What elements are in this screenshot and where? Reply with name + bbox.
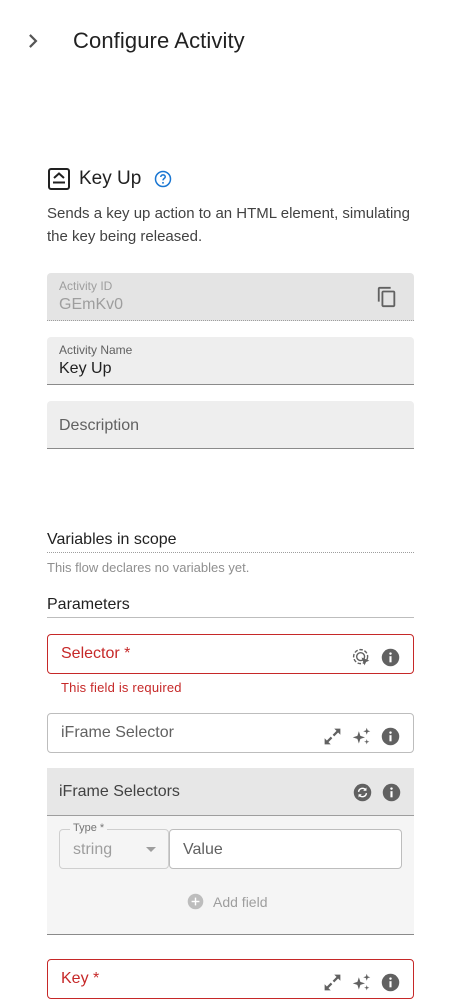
activity-name-label: Activity Name [59,343,133,357]
type-label: Type * [70,822,108,834]
expand-icon[interactable] [322,726,343,747]
element-picker-icon[interactable] [351,647,372,668]
selector-label: Selector * [61,645,131,662]
value-placeholder: Value [183,841,223,858]
variables-title: Variables in scope [47,531,414,553]
page-title: Configure Activity [73,28,245,53]
chevron-right-icon[interactable] [22,30,44,52]
iframe-selector-label: iFrame Selector [61,724,174,741]
activity-id-label: Activity ID [59,279,113,293]
sparkle-icon[interactable] [351,726,372,747]
copy-icon[interactable] [376,286,398,308]
description-placeholder: Description [59,417,140,434]
activity-name-value[interactable]: Key Up [59,360,111,378]
key-label: Key * [61,970,100,987]
value-input[interactable]: Value [169,829,402,869]
selector-error: This field is required [61,680,182,695]
info-icon[interactable] [380,726,401,747]
info-icon[interactable] [380,972,401,993]
type-select[interactable]: Type * string [59,822,169,869]
type-value: string [73,841,113,858]
add-field-label: Add field [213,893,268,910]
expand-icon[interactable] [322,972,343,993]
caret-down-icon [146,847,156,852]
panel-header: Configure Activity [0,0,470,84]
iframe-selectors-title: iFrame Selectors [59,783,180,800]
key-up-icon [48,168,70,190]
sparkle-icon[interactable] [351,972,372,993]
add-field-button[interactable]: Add field [187,893,267,910]
refresh-icon[interactable] [352,782,373,803]
activity-title: Key Up [79,168,142,189]
iframe-selectors-group: iFrame Selectors Type * string Value Add… [47,768,414,935]
help-icon[interactable] [153,169,173,189]
parameters-title: Parameters [47,596,414,618]
variables-note: This flow declares no variables yet. [47,560,250,575]
iframe-selector-field[interactable]: iFrame Selector [47,713,414,753]
iframe-selectors-header: iFrame Selectors [47,768,414,816]
add-circle-icon [187,893,204,910]
info-icon[interactable] [380,647,401,668]
activity-id-field: Activity ID GEmKv0 [47,273,414,321]
activity-name-field[interactable]: Activity Name Key Up [47,337,414,385]
info-icon[interactable] [381,782,402,803]
description-field[interactable]: Description [47,401,414,449]
key-field[interactable]: Key * [47,959,414,999]
selector-field[interactable]: Selector * [47,634,414,674]
activity-description: Sends a key up action to an HTML element… [47,205,410,245]
activity-id-value: GEmKv0 [59,296,124,313]
activity-heading: Key Up [47,166,173,192]
